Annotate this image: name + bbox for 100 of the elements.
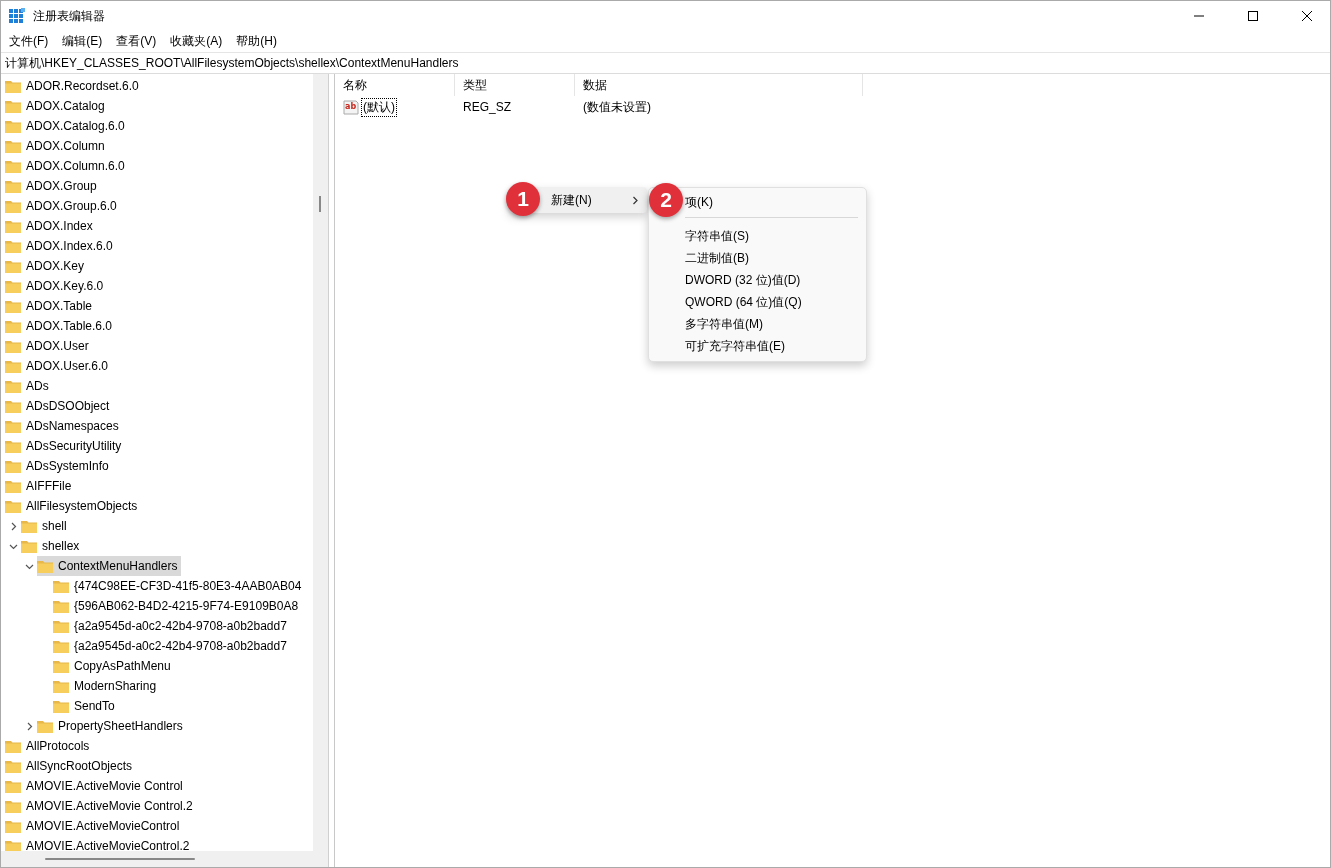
tree-item[interactable]: CopyAsPathMenu <box>53 656 175 676</box>
menu-label: 新建(N) <box>551 191 592 209</box>
folder-icon <box>5 219 21 233</box>
step-badge: 2 <box>649 183 683 217</box>
menu-item[interactable]: DWORD (32 位)值(D) <box>685 269 866 291</box>
folder-icon <box>5 319 21 333</box>
tree-item[interactable]: ADOR.Recordset.6.0 <box>5 76 143 96</box>
tree-item[interactable]: AMOVIE.ActiveMovieControl <box>5 816 184 836</box>
folder-icon <box>53 639 69 653</box>
folder-icon <box>5 279 21 293</box>
menu-item[interactable]: 帮助(H) <box>236 33 277 50</box>
tree-item[interactable]: ADOX.Catalog <box>5 96 109 116</box>
tree-item[interactable]: ADOX.User <box>5 336 93 356</box>
column-header[interactable]: 名称 <box>335 74 455 96</box>
folder-icon <box>5 99 21 113</box>
folder-icon <box>5 379 21 393</box>
folder-icon <box>5 299 21 313</box>
column-header[interactable]: 数据 <box>575 74 863 96</box>
app-icon <box>9 8 25 24</box>
tree-item[interactable]: AMOVIE.ActiveMovie Control <box>5 776 187 796</box>
folder-icon <box>5 199 21 213</box>
folder-icon <box>5 399 21 413</box>
menu-item[interactable]: 可扩充字符串值(E) <box>685 335 866 357</box>
menu-item[interactable]: 收藏夹(A) <box>170 33 223 50</box>
folder-icon <box>53 619 69 633</box>
tree-item[interactable]: ADs <box>5 376 53 396</box>
tree-item[interactable]: ADsDSOObject <box>5 396 114 416</box>
menu-item[interactable]: QWORD (64 位)值(Q) <box>685 291 866 313</box>
folder-icon <box>5 239 21 253</box>
folder-icon <box>5 359 21 373</box>
folder-icon <box>53 579 69 593</box>
folder-icon <box>21 519 37 533</box>
tree-item[interactable]: ADOX.Group.6.0 <box>5 196 121 216</box>
menu-item[interactable]: 字符串值(S) <box>685 225 866 247</box>
table-cell-text: REG_SZ <box>462 100 512 114</box>
maximize-icon[interactable] <box>1248 11 1258 21</box>
tree-item[interactable]: ADOX.Index.6.0 <box>5 236 117 256</box>
tree-item[interactable]: {a2a9545d-a0c2-42b4-9708-a0b2badd7 <box>53 636 291 656</box>
folder-icon <box>5 819 21 833</box>
folder-icon <box>37 719 53 733</box>
folder-icon <box>5 119 21 133</box>
step-badge: 1 <box>506 182 540 216</box>
close-icon[interactable] <box>1302 11 1312 21</box>
tree-item[interactable]: AllSyncRootObjects <box>5 756 137 776</box>
folder-icon <box>5 339 21 353</box>
tree-item[interactable]: ADOX.Column <box>5 136 109 156</box>
menu-item[interactable]: 编辑(E) <box>62 33 103 50</box>
tree-item[interactable]: ADsNamespaces <box>5 416 123 436</box>
address-field[interactable]: 计算机\HKEY_CLASSES_ROOT\AllFilesystemObjects\shellex\ContextMenuHandlers <box>1 52 1330 74</box>
menu-item[interactable]: 文件(F) <box>9 33 49 50</box>
tree-item[interactable]: ADOX.Table.6.0 <box>5 316 117 336</box>
folder-icon <box>5 779 21 793</box>
tree-item[interactable]: AllProtocols <box>5 736 94 756</box>
tree-item[interactable]: ContextMenuHandlers <box>37 556 182 576</box>
tree-item[interactable]: {474C98EE-CF3D-41f5-80E3-4AAB0AB04 <box>53 576 306 596</box>
tree-item[interactable]: {a2a9545d-a0c2-42b4-9708-a0b2badd7 <box>53 616 291 636</box>
window-title: 注册表编辑器 <box>33 7 106 25</box>
tree-item[interactable]: ADOX.Catalog.6.0 <box>5 116 129 136</box>
tree-item[interactable]: ADsSystemInfo <box>5 456 113 476</box>
string-value-icon: ab <box>343 99 359 115</box>
folder-icon <box>5 759 21 773</box>
folder-icon <box>5 799 21 813</box>
menu-item[interactable]: 二进制值(B) <box>685 247 866 269</box>
table-cell[interactable]: (默认) <box>361 97 397 117</box>
tree-item[interactable]: {596AB062-B4D2-4215-9F74-E9109B0A8 <box>53 596 303 616</box>
tree-item[interactable]: ADOX.Table <box>5 296 97 316</box>
folder-icon <box>5 459 21 473</box>
tree-item[interactable]: ADsSecurityUtility <box>5 436 126 456</box>
menu-item[interactable]: 多字符串值(M) <box>685 313 866 335</box>
column-header[interactable]: 类型 <box>455 74 575 96</box>
menu-item[interactable]: 新建(N) <box>545 187 647 213</box>
folder-icon <box>5 159 21 173</box>
folder-icon <box>5 499 21 513</box>
folder-icon <box>53 599 69 613</box>
tree-item[interactable]: PropertySheetHandlers <box>37 716 187 736</box>
tree-item[interactable]: AMOVIE.ActiveMovie Control.2 <box>5 796 197 816</box>
chevron-right-icon <box>632 195 639 205</box>
tree-item[interactable]: AIFFFile <box>5 476 76 496</box>
tree-item[interactable]: SendTo <box>53 696 119 716</box>
menu-item[interactable]: 项(K) <box>685 191 866 213</box>
folder-icon <box>5 419 21 433</box>
tree-item[interactable]: ADOX.Index <box>5 216 97 236</box>
folder-icon <box>5 479 21 493</box>
tree-item[interactable]: ModernSharing <box>53 676 161 696</box>
menu-item[interactable]: 查看(V) <box>116 33 157 50</box>
folder-icon <box>5 259 21 273</box>
tree-item[interactable]: ADOX.Group <box>5 176 101 196</box>
tree-item[interactable]: AllFilesystemObjects <box>5 496 142 516</box>
folder-icon <box>5 739 21 753</box>
tree-item[interactable]: ADOX.Column.6.0 <box>5 156 129 176</box>
folder-icon <box>5 139 21 153</box>
tree-item[interactable]: shellex <box>21 536 84 556</box>
table-cell-text: (数值未设置) <box>582 98 652 116</box>
tree-item[interactable]: ADOX.Key.6.0 <box>5 276 108 296</box>
tree-item[interactable]: ADOX.User.6.0 <box>5 356 113 376</box>
tree-item[interactable]: ADOX.Key <box>5 256 89 276</box>
folder-icon <box>21 539 37 553</box>
folder-icon <box>5 179 21 193</box>
folder-icon <box>5 439 21 453</box>
tree-item[interactable]: shell <box>21 516 71 536</box>
